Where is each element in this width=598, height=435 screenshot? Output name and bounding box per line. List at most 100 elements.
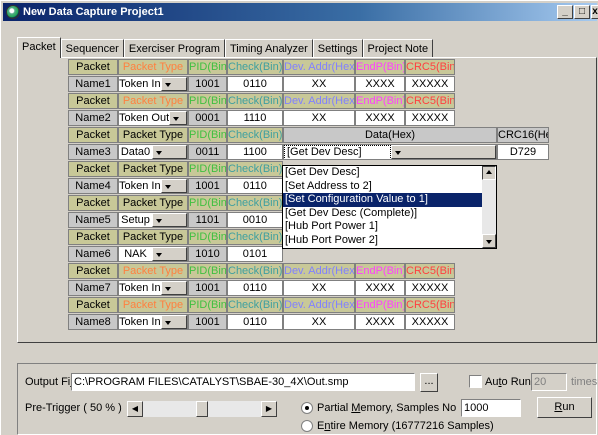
check-value: 1110 bbox=[227, 110, 283, 126]
dropdown-option[interactable]: [Hub Port Power 1] bbox=[283, 220, 482, 234]
packet-name[interactable]: Name8 bbox=[68, 314, 118, 330]
crc5-value: XXXXX bbox=[405, 280, 455, 296]
dev-addr-value[interactable]: XX bbox=[283, 76, 355, 92]
chevron-down-icon[interactable] bbox=[152, 145, 187, 159]
tab-timing-analyzer[interactable]: Timing Analyzer bbox=[224, 39, 313, 58]
pid-header: PID(Bin) bbox=[188, 127, 227, 143]
endp-header: EndP(Bin) bbox=[355, 59, 405, 75]
crc5-header: CRC5(Bin) bbox=[405, 297, 455, 313]
tab-project-note[interactable]: Project Note bbox=[362, 39, 434, 58]
partial-memory-label: Partial Memory, Samples No bbox=[317, 402, 457, 414]
pid-value: 1001 bbox=[188, 314, 227, 330]
pretrigger-slider[interactable]: ◀ ▶ bbox=[127, 401, 277, 417]
packet-header: Packet bbox=[68, 229, 118, 245]
close-button[interactable]: x bbox=[591, 5, 598, 19]
pid-value: 1001 bbox=[188, 280, 227, 296]
packet-name[interactable]: Name7 bbox=[68, 280, 118, 296]
partial-memory-radio[interactable] bbox=[301, 402, 313, 414]
pid-header: PID(Bin) bbox=[188, 297, 227, 313]
packet-type-dropdown[interactable]: Token In bbox=[118, 280, 188, 296]
packet-type-header: Packet Type bbox=[118, 127, 188, 143]
packet-name[interactable]: Name2 bbox=[68, 110, 118, 126]
packet-type-header: Packet Type bbox=[118, 229, 188, 245]
chevron-down-icon[interactable] bbox=[169, 111, 187, 125]
packet-name[interactable]: Name6 bbox=[68, 246, 118, 262]
check-header: Check(Bin) bbox=[227, 59, 283, 75]
endp-value[interactable]: XXXX bbox=[355, 110, 405, 126]
pid-header: PID(Bin) bbox=[188, 93, 227, 109]
slider-right-arrow[interactable]: ▶ bbox=[261, 401, 277, 417]
slider-thumb[interactable] bbox=[196, 401, 208, 417]
minimize-button[interactable]: _ bbox=[557, 5, 573, 19]
tab-exerciser-program[interactable]: Exerciser Program bbox=[123, 39, 225, 58]
samples-no-field[interactable]: 1000 bbox=[461, 399, 521, 417]
tab-settings[interactable]: Settings bbox=[312, 39, 363, 58]
dev-addr-value[interactable]: XX bbox=[283, 280, 355, 296]
data-dropdown[interactable]: [Get Dev Desc] bbox=[283, 144, 497, 160]
chevron-down-icon[interactable] bbox=[390, 145, 496, 159]
chevron-down-icon[interactable] bbox=[152, 213, 187, 227]
dropdown-scrollbar[interactable] bbox=[482, 166, 496, 248]
pid-value: 1001 bbox=[188, 178, 227, 194]
endp-value[interactable]: XXXX bbox=[355, 76, 405, 92]
crc5-value: XXXXX bbox=[405, 110, 455, 126]
packet-name[interactable]: Name5 bbox=[68, 212, 118, 228]
run-button[interactable]: Run bbox=[537, 397, 592, 418]
dropdown-value: Token In bbox=[119, 281, 161, 294]
dropdown-value: [Get Dev Desc] bbox=[284, 145, 391, 159]
dropdown-option[interactable]: [Get Dev Desc (Complete)] bbox=[283, 207, 482, 221]
output-file-field[interactable]: C:\PROGRAM FILES\CATALYST\SBAE-30_4X\Out… bbox=[71, 373, 415, 391]
packet-name[interactable]: Name3 bbox=[68, 144, 118, 160]
browse-button[interactable]: ... bbox=[420, 373, 438, 392]
packet-type-dropdown[interactable]: Token Out bbox=[118, 110, 188, 126]
dev-addr-value[interactable]: XX bbox=[283, 314, 355, 330]
dropdown-option[interactable]: [Get Dev Desc] bbox=[283, 166, 482, 180]
dropdown-option[interactable]: [Set Address to 2] bbox=[283, 180, 482, 194]
check-value: 0110 bbox=[227, 280, 283, 296]
dropdown-value: NAK bbox=[124, 247, 147, 260]
chevron-down-icon[interactable] bbox=[160, 77, 187, 91]
dropdown-option[interactable]: [Set Configuration Value to 1] bbox=[283, 193, 482, 207]
packet-name[interactable]: Name1 bbox=[68, 76, 118, 92]
packet-type-header: Packet Type bbox=[118, 93, 188, 109]
dev-addr-value[interactable]: XX bbox=[283, 110, 355, 126]
packet-name[interactable]: Name4 bbox=[68, 178, 118, 194]
packet-type-dropdown[interactable]: Setup bbox=[118, 212, 188, 228]
endp-value[interactable]: XXXX bbox=[355, 280, 405, 296]
scroll-up-icon[interactable] bbox=[482, 166, 496, 180]
endp-value[interactable]: XXXX bbox=[355, 314, 405, 330]
auto-run-checkbox[interactable] bbox=[469, 375, 482, 388]
packet-type-dropdown[interactable]: Token In bbox=[118, 178, 188, 194]
packet-header: Packet bbox=[68, 93, 118, 109]
scroll-down-icon[interactable] bbox=[482, 234, 496, 248]
dev-addr-header: Dev. Addr(Hex) bbox=[283, 297, 355, 313]
auto-run-label: Auto Run bbox=[485, 376, 531, 388]
dropdown-value: Setup bbox=[121, 213, 150, 226]
tab-packet[interactable]: Packet bbox=[17, 37, 61, 58]
maximize-button[interactable]: □ bbox=[574, 5, 590, 19]
dropdown-option[interactable]: [Hub Port Power 2] bbox=[283, 234, 482, 248]
entire-memory-label: Entire Memory (16777216 Samples) bbox=[317, 420, 494, 432]
packet-type-header: Packet Type bbox=[118, 195, 188, 211]
packet-type-dropdown[interactable]: Token In bbox=[118, 76, 188, 92]
packet-header: Packet bbox=[68, 263, 118, 279]
packet-type-dropdown[interactable]: Data0 bbox=[118, 144, 188, 160]
packet-type-header: Packet Type bbox=[118, 263, 188, 279]
check-header: Check(Bin) bbox=[227, 229, 283, 245]
chevron-down-icon[interactable] bbox=[160, 179, 187, 193]
dropdown-value: Token In bbox=[119, 179, 161, 192]
pid-value: 0011 bbox=[188, 144, 227, 160]
check-value: 0110 bbox=[227, 314, 283, 330]
dropdown-value: Token Out bbox=[119, 111, 170, 124]
chevron-down-icon[interactable] bbox=[160, 315, 187, 329]
chevron-down-icon[interactable] bbox=[152, 247, 187, 261]
packet-type-dropdown[interactable]: NAK bbox=[118, 246, 188, 262]
chevron-down-icon[interactable] bbox=[160, 281, 187, 295]
slider-left-arrow[interactable]: ◀ bbox=[127, 401, 143, 417]
tab-sequencer[interactable]: Sequencer bbox=[60, 39, 124, 58]
auto-run-count[interactable]: 20 bbox=[531, 373, 567, 391]
packet-type-dropdown[interactable]: Token In bbox=[118, 314, 188, 330]
packet-type-header: Packet Type bbox=[118, 59, 188, 75]
crc16-header: CRC16(Hex) bbox=[497, 127, 549, 143]
entire-memory-radio[interactable] bbox=[301, 420, 313, 432]
